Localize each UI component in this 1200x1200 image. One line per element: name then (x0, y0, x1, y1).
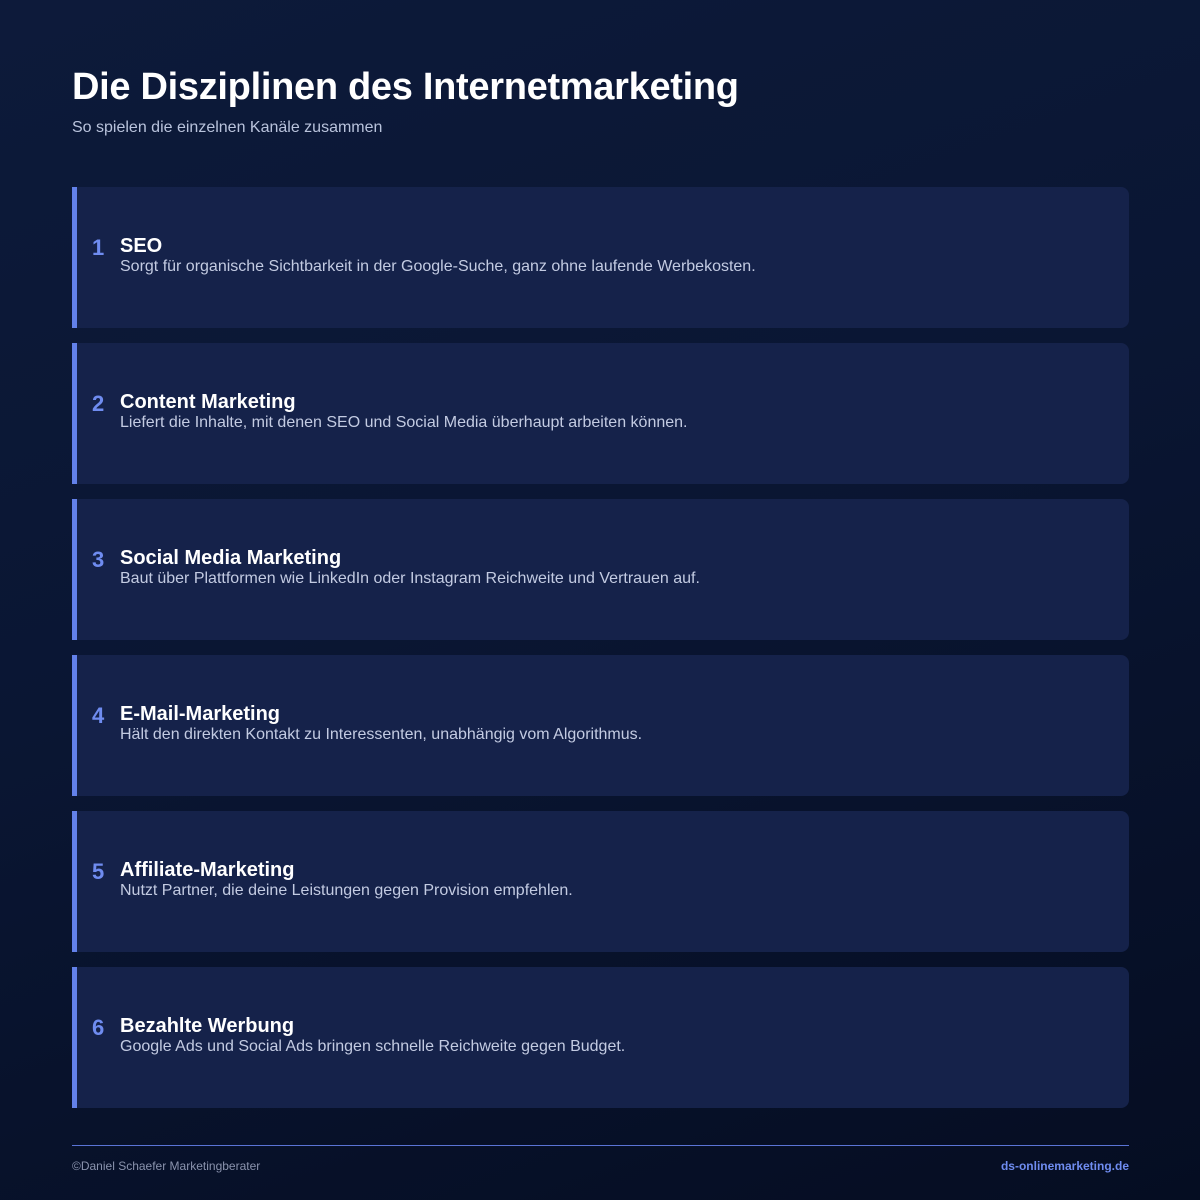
discipline-card-paid-advertising: 6 Bezahlte Werbung Google Ads und Social… (72, 967, 1129, 1108)
discipline-description: Google Ads und Social Ads bringen schnel… (120, 1038, 626, 1055)
footer-divider (72, 1145, 1129, 1146)
footer-copyright: ©Daniel Schaefer Marketingberater (72, 1159, 261, 1173)
page-title: Die Disziplinen des Internetmarketing (72, 66, 739, 108)
discipline-title: Bezahlte Werbung (120, 1015, 295, 1037)
discipline-title: SEO (120, 235, 163, 257)
discipline-number: 2 (92, 391, 105, 416)
discipline-card-social-media-marketing: 3 Social Media Marketing Baut über Platt… (72, 499, 1129, 640)
discipline-description: Sorgt für organische Sichtbarkeit in der… (120, 258, 756, 275)
discipline-description: Baut über Plattformen wie LinkedIn oder … (120, 570, 700, 587)
discipline-number: 6 (92, 1015, 105, 1040)
discipline-title: Social Media Marketing (120, 547, 342, 569)
discipline-card-email-marketing: 4 E-Mail-Marketing Hält den direkten Kon… (72, 655, 1129, 796)
discipline-card-seo: 1 SEO Sorgt für organische Sichtbarkeit … (72, 187, 1129, 328)
discipline-number: 3 (92, 547, 105, 572)
footer-website-link[interactable]: ds-onlinemarketing.de (1001, 1159, 1129, 1173)
discipline-list: 1 SEO Sorgt für organische Sichtbarkeit … (72, 187, 1129, 1123)
discipline-title: Affiliate-Marketing (120, 859, 295, 881)
discipline-title: E-Mail-Marketing (120, 703, 281, 725)
discipline-card-affiliate-marketing: 5 Affiliate-Marketing Nutzt Partner, die… (72, 811, 1129, 952)
discipline-description: Hält den direkten Kontakt zu Interessent… (120, 726, 643, 743)
discipline-number: 4 (92, 703, 105, 728)
discipline-description: Liefert die Inhalte, mit denen SEO und S… (120, 414, 688, 431)
discipline-number: 1 (92, 235, 105, 260)
discipline-description: Nutzt Partner, die deine Leistungen gege… (120, 882, 573, 899)
discipline-card-content-marketing: 2 Content Marketing Liefert die Inhalte,… (72, 343, 1129, 484)
page-subtitle: So spielen die einzelnen Kanäle zusammen (72, 119, 383, 136)
discipline-title: Content Marketing (120, 391, 296, 413)
infographic-page: Die Disziplinen des Internetmarketing So… (72, 0, 1129, 1200)
discipline-number: 5 (92, 859, 105, 884)
